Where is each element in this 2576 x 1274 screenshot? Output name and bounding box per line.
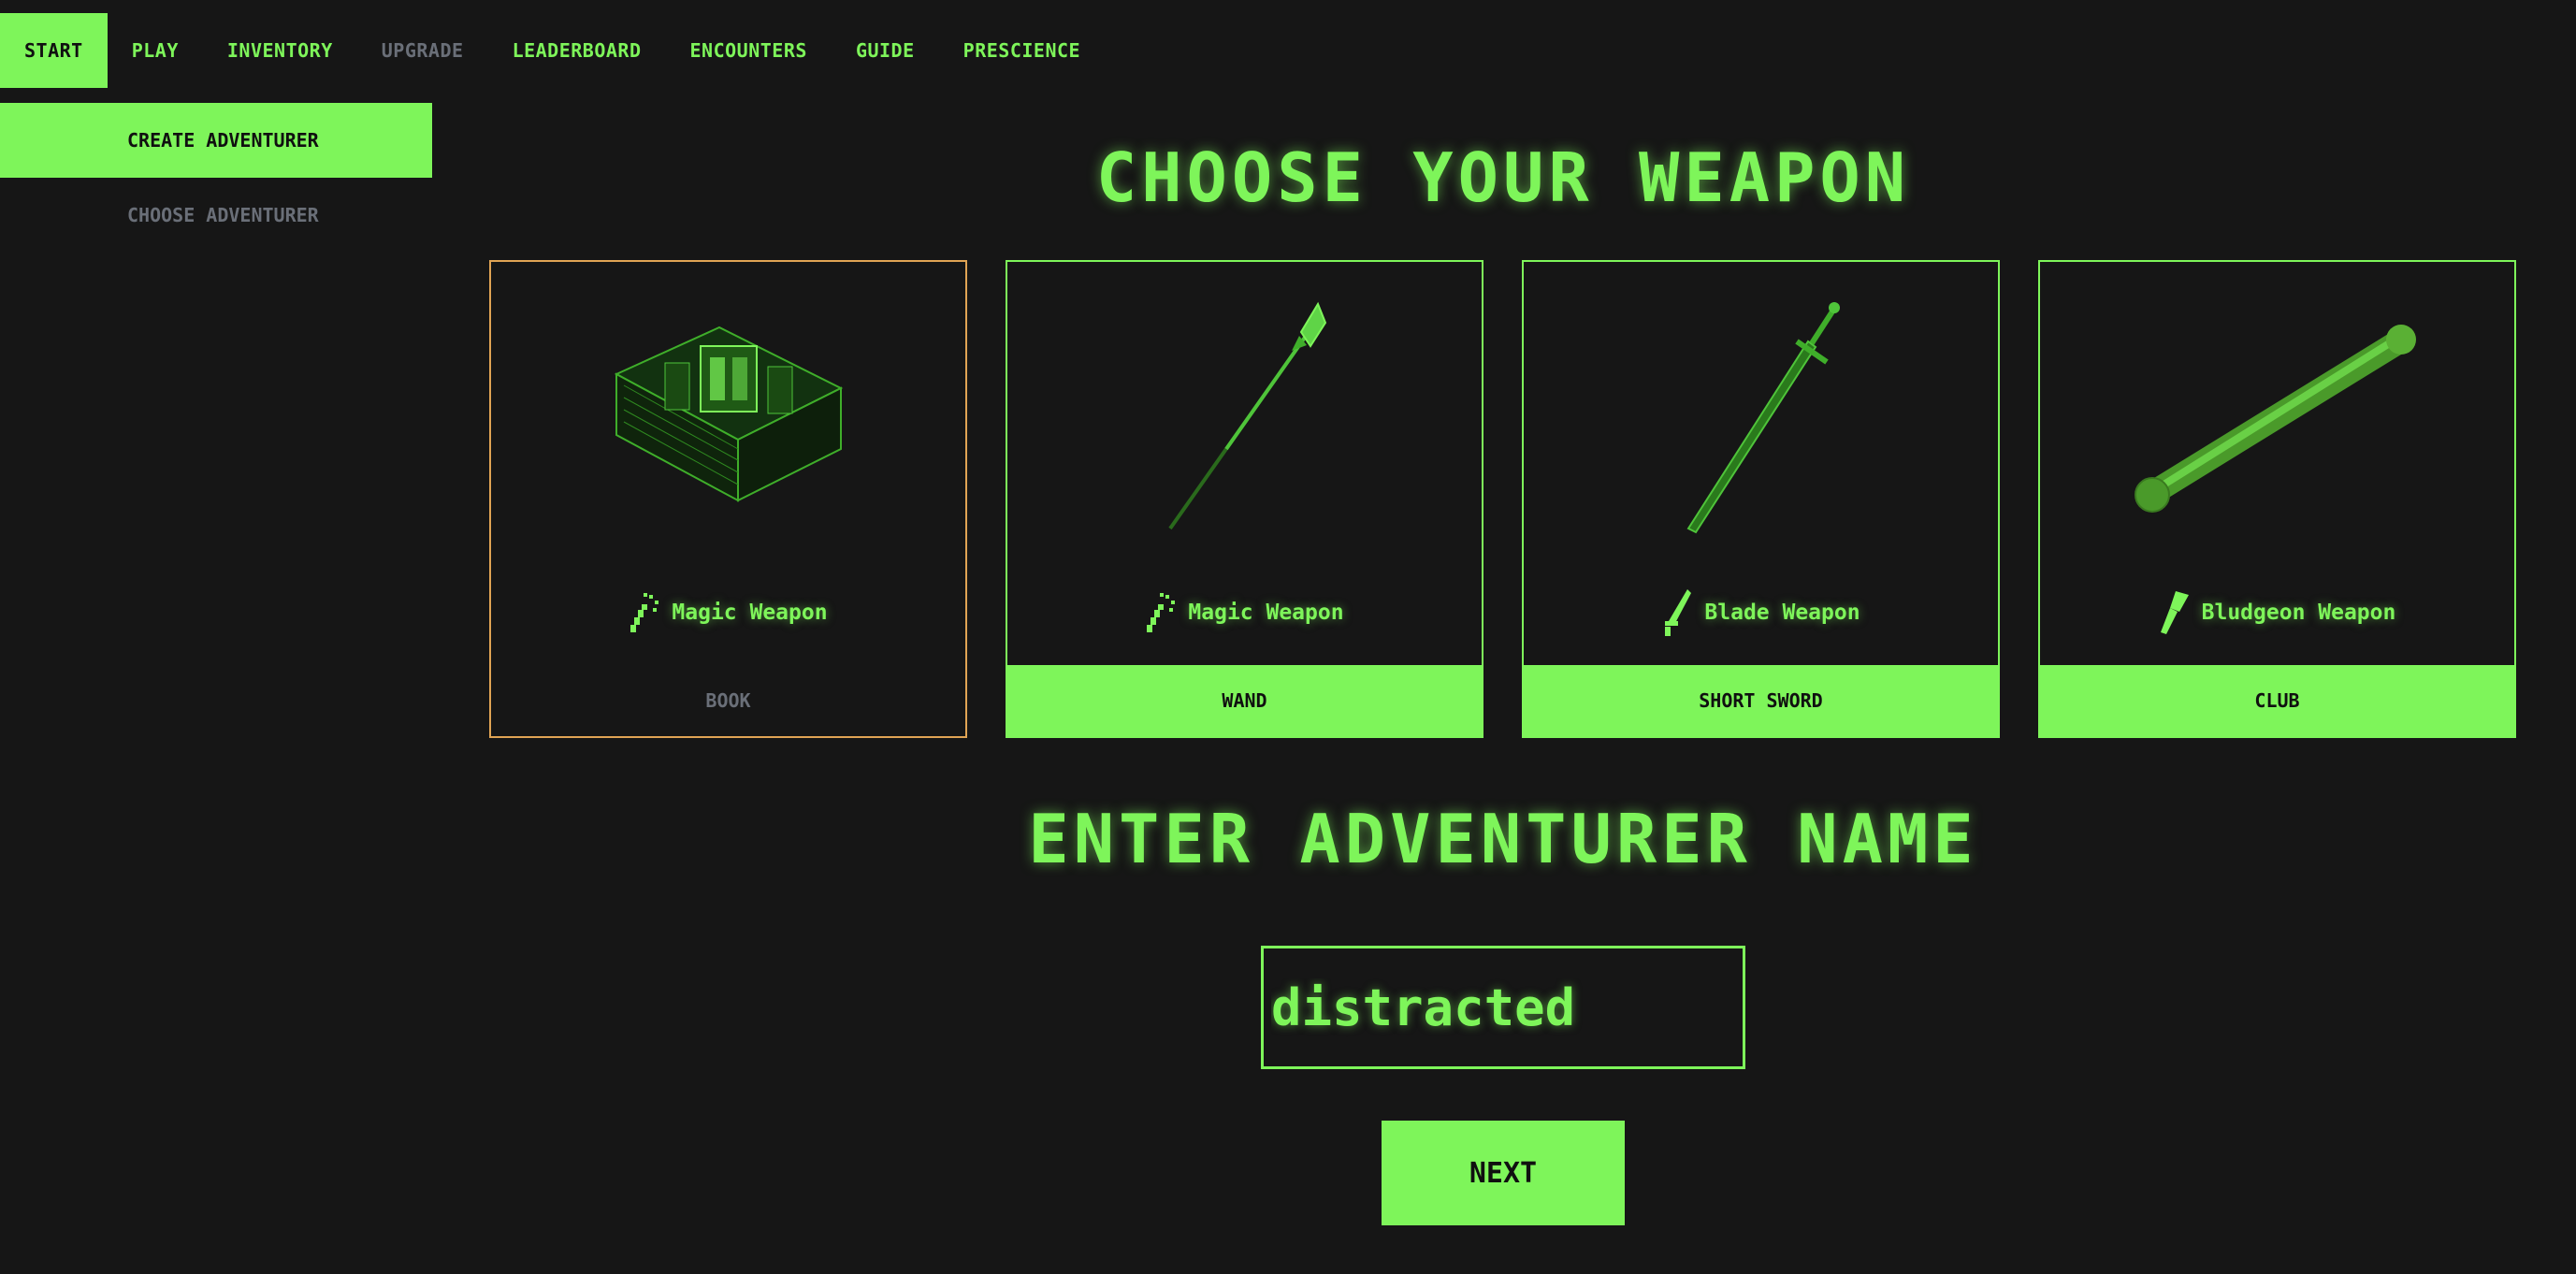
tab-inventory[interactable]: INVENTORY	[203, 13, 357, 88]
weapon-type-text: Magic Weapon	[1188, 601, 1344, 625]
top-nav: START PLAY INVENTORY UPGRADE LEADERBOARD…	[0, 13, 1105, 88]
wand-icon	[1147, 593, 1176, 632]
weapon-name: CLUB	[2040, 665, 2514, 736]
weapon-type-text: Bludgeon Weapon	[2201, 601, 2396, 625]
weapon-card-wand[interactable]: Magic Weapon WAND	[1006, 260, 1483, 738]
enter-name-heading: ENTER ADVENTURER NAME	[1028, 800, 1978, 878]
tab-play[interactable]: PLAY	[108, 13, 203, 88]
club-type-icon	[2160, 591, 2189, 634]
tab-upgrade[interactable]: UPGRADE	[357, 13, 488, 88]
club-icon	[2040, 262, 2514, 571]
weapon-type-label: Bludgeon Weapon	[2040, 589, 2514, 636]
weapon-card-short-sword[interactable]: Blade Weapon SHORT SWORD	[1522, 260, 2000, 738]
adventurer-name-input[interactable]	[1261, 946, 1745, 1069]
weapon-type-label: Magic Weapon	[491, 589, 965, 636]
weapon-type-text: Magic Weapon	[672, 601, 828, 625]
blade-icon	[1665, 589, 1692, 636]
weapon-name: WAND	[1007, 665, 1482, 736]
spear-wand-icon	[1007, 262, 1482, 571]
weapon-type-label: Magic Weapon	[1007, 589, 1482, 636]
wand-icon	[630, 593, 659, 632]
weapon-name: SHORT SWORD	[1524, 665, 1998, 736]
tab-leaderboard[interactable]: LEADERBOARD	[488, 13, 666, 88]
next-button[interactable]: NEXT	[1382, 1121, 1625, 1225]
weapon-name: BOOK	[705, 689, 751, 712]
book-icon	[491, 262, 965, 571]
weapon-card-book[interactable]: Magic Weapon BOOK	[489, 260, 967, 738]
weapon-type-text: Blade Weapon	[1704, 601, 1860, 625]
weapon-card-club[interactable]: Bludgeon Weapon CLUB	[2038, 260, 2516, 738]
tab-guide[interactable]: GUIDE	[832, 13, 939, 88]
weapon-type-label: Blade Weapon	[1524, 589, 1998, 636]
choose-weapon-heading: CHOOSE YOUR WEAPON	[1095, 138, 1911, 217]
tab-start[interactable]: START	[0, 13, 108, 88]
sword-icon	[1524, 262, 1998, 571]
tab-encounters[interactable]: ENCOUNTERS	[666, 13, 832, 88]
tab-prescience[interactable]: PRESCIENCE	[939, 13, 1105, 88]
